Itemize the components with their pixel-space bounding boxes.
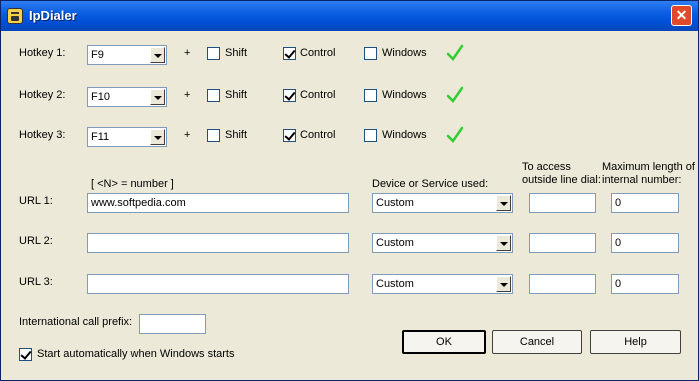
plus-sign: +: [184, 89, 191, 101]
checkmark-icon: [446, 126, 464, 143]
url-label: URL 3:: [19, 276, 53, 288]
shift-label: Shift: [225, 89, 248, 101]
maxlen-input[interactable]: 0: [611, 233, 679, 253]
shift-label: Shift: [225, 129, 248, 141]
number-hint-label: [ <N> = number ]: [91, 178, 174, 190]
autostart-checkbox[interactable]: [19, 348, 32, 361]
shift-checkbox[interactable]: [207, 47, 220, 60]
url-input[interactable]: [87, 274, 349, 294]
window-title: IpDialer: [29, 8, 77, 23]
plus-sign: +: [184, 47, 191, 59]
plus-sign: +: [184, 129, 191, 141]
maxlen-input[interactable]: 0: [611, 193, 679, 213]
shift-checkbox[interactable]: [207, 129, 220, 142]
windows-label: Windows: [382, 89, 427, 101]
chevron-down-icon[interactable]: [496, 235, 511, 251]
device-header: Device or Service used:: [372, 178, 489, 190]
checkmark-icon: [446, 44, 464, 61]
title-bar[interactable]: IpDialer ✕: [1, 1, 698, 31]
control-label: Control: [300, 89, 336, 101]
chevron-down-icon[interactable]: [496, 276, 511, 292]
shift-checkbox[interactable]: [207, 89, 220, 102]
control-label: Control: [300, 47, 336, 59]
maxlen-input[interactable]: 0: [611, 274, 679, 294]
chevron-down-icon[interactable]: [150, 89, 165, 105]
maxlen-header-line1: Maximum length of: [602, 161, 695, 173]
device-select[interactable]: Custom: [372, 233, 513, 253]
hotkey-key-select[interactable]: F11: [87, 127, 167, 147]
control-checkbox[interactable]: [283, 129, 296, 142]
control-label: Control: [300, 129, 336, 141]
access-header-line2: outside line dial:: [522, 174, 601, 186]
access-input[interactable]: [529, 233, 596, 253]
url-label: URL 2:: [19, 235, 53, 247]
windows-label: Windows: [382, 129, 427, 141]
checkmark-icon: [446, 86, 464, 103]
device-select[interactable]: Custom: [372, 193, 513, 213]
close-button[interactable]: ✕: [671, 5, 692, 26]
windows-checkbox[interactable]: [364, 47, 377, 60]
windows-checkbox[interactable]: [364, 89, 377, 102]
hotkey-key-select[interactable]: F10: [87, 87, 167, 107]
cancel-button[interactable]: Cancel: [492, 330, 582, 354]
chevron-down-icon[interactable]: [150, 47, 165, 63]
access-input[interactable]: [529, 274, 596, 294]
maxlen-header-line2: internal number:: [602, 174, 682, 186]
access-header-line1: To access: [522, 161, 571, 173]
telephone-icon: [7, 8, 23, 24]
url-input[interactable]: [87, 233, 349, 253]
ipdialer-window: IpDialer ✕ Hotkey 1: F9 + Shift Control Windo…: [0, 0, 699, 381]
device-select[interactable]: Custom: [372, 274, 513, 294]
chevron-down-icon[interactable]: [496, 195, 511, 211]
intl-prefix-label: International call prefix:: [19, 316, 133, 328]
chevron-down-icon[interactable]: [150, 129, 165, 145]
control-checkbox[interactable]: [283, 89, 296, 102]
url-label: URL 1:: [19, 195, 53, 207]
shift-label: Shift: [225, 47, 248, 59]
help-button[interactable]: Help: [590, 330, 681, 354]
intl-prefix-input[interactable]: [139, 314, 206, 334]
control-checkbox[interactable]: [283, 47, 296, 60]
windows-checkbox[interactable]: [364, 129, 377, 142]
hotkey-label: Hotkey 2:: [19, 89, 66, 101]
hotkey-label: Hotkey 3:: [19, 129, 66, 141]
windows-label: Windows: [382, 47, 427, 59]
autostart-label: Start automatically when Windows starts: [37, 348, 235, 360]
hotkey-label: Hotkey 1:: [19, 47, 66, 59]
url-input[interactable]: www.softpedia.com: [87, 193, 349, 213]
ok-button[interactable]: OK: [402, 330, 486, 354]
hotkey-key-select[interactable]: F9: [87, 45, 167, 65]
access-input[interactable]: [529, 193, 596, 213]
